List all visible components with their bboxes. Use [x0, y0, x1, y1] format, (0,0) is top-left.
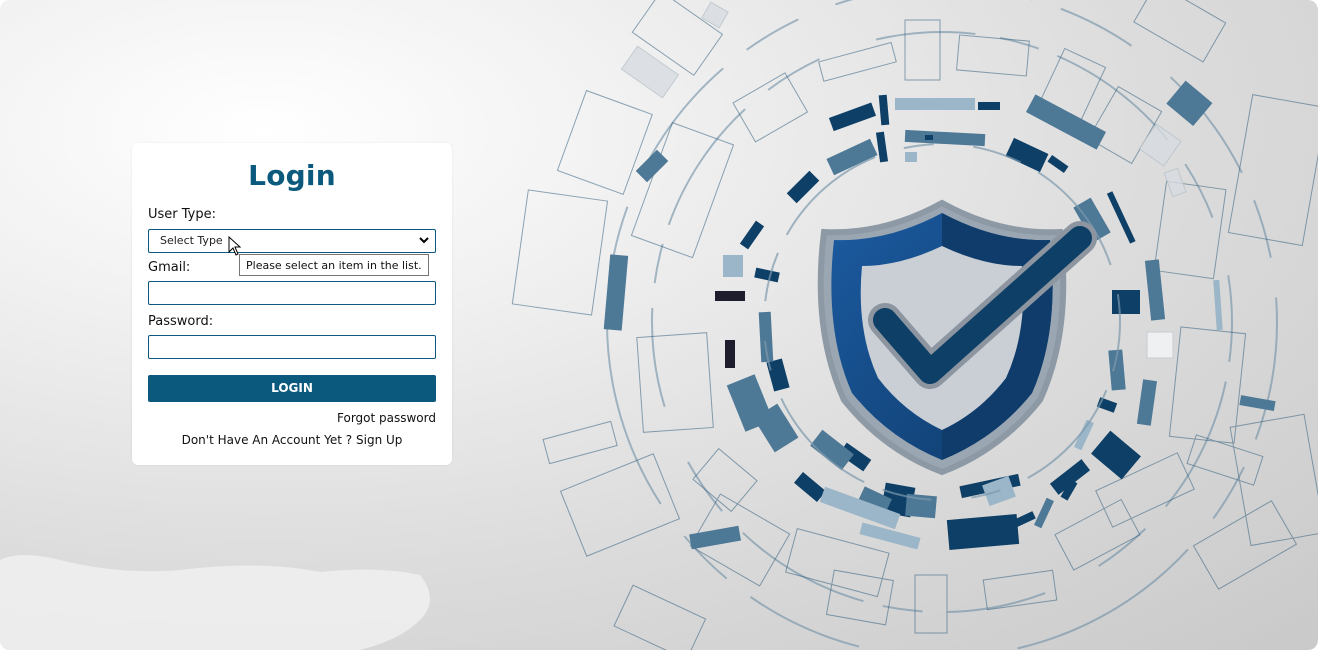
login-button[interactable]: LOGIN — [148, 375, 436, 402]
mouse-pointer-icon — [228, 236, 242, 256]
password-label: Password: — [148, 314, 214, 329]
chevron-down-icon — [419, 237, 429, 244]
background-blob — [0, 555, 430, 650]
login-card: Login User Type: Select Type Gmail: Pass… — [132, 143, 452, 465]
shield-check-icon — [817, 199, 1097, 476]
gmail-input[interactable] — [148, 281, 436, 305]
login-title: Login — [248, 159, 336, 192]
sign-up-link[interactable]: Sign Up — [356, 433, 402, 447]
user-type-select-value: Select Type — [160, 234, 223, 247]
gmail-label: Gmail: — [148, 260, 191, 275]
no-account-text: Don't Have An Account Yet ? — [181, 433, 353, 447]
user-type-label: User Type: — [148, 207, 217, 222]
login-page: Login User Type: Select Type Gmail: Pass… — [0, 0, 1318, 650]
user-type-select[interactable]: Select Type — [148, 229, 436, 253]
validation-tooltip: Please select an item in the list. — [239, 254, 429, 276]
forgot-password-link[interactable]: Forgot password — [337, 411, 436, 425]
password-input[interactable] — [148, 335, 436, 359]
signup-row: Don't Have An Account Yet ? Sign Up — [132, 433, 452, 447]
